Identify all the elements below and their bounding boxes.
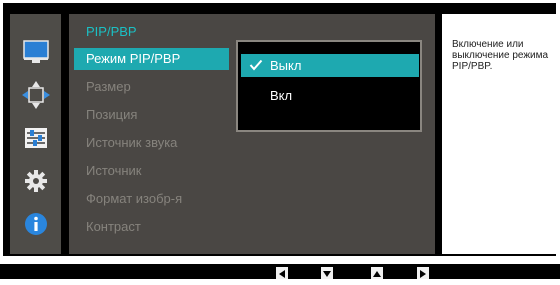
option-off-label: Выкл (270, 58, 302, 73)
category-icon-bar (10, 14, 61, 254)
right-button-icon[interactable] (417, 267, 429, 279)
menu-item-source[interactable]: Источник (74, 160, 229, 182)
menu-item-picture-size[interactable]: Формат изобр-я (74, 188, 229, 210)
option-on-label: Вкл (270, 88, 293, 103)
sliders-icon[interactable] (21, 123, 51, 153)
menu-item-position[interactable]: Позиция (74, 104, 229, 126)
menu-item-pip-pbp-mode[interactable]: Режим PIP/PBP (74, 48, 229, 70)
osd-window: PIP/PBP Режим PIP/PBP Размер Позиция Ист… (3, 3, 556, 256)
help-panel: Включение или выключение режима PIP/PBP. (442, 14, 556, 254)
info-icon[interactable] (21, 209, 51, 239)
help-text: Включение или выключение режима PIP/PBP. (452, 39, 549, 72)
menu-title: PIP/PBP (86, 24, 137, 39)
menu-item-sound-source[interactable]: Источник звука (74, 132, 229, 154)
menu-item-contrast[interactable]: Контраст (74, 216, 229, 238)
submenu-options: Выкл Вкл (236, 40, 422, 132)
gear-icon[interactable] (21, 166, 51, 196)
option-off[interactable]: Выкл (241, 54, 419, 77)
option-on[interactable]: Вкл (241, 84, 419, 107)
display-icon[interactable] (21, 37, 51, 67)
check-icon (249, 59, 263, 71)
up-button-icon[interactable] (371, 267, 383, 279)
arrows-move-icon[interactable] (21, 80, 51, 110)
left-button-icon[interactable] (276, 267, 288, 279)
down-button-icon[interactable] (321, 267, 333, 279)
button-guide-bar (0, 264, 560, 279)
menu-item-size[interactable]: Размер (74, 76, 229, 98)
